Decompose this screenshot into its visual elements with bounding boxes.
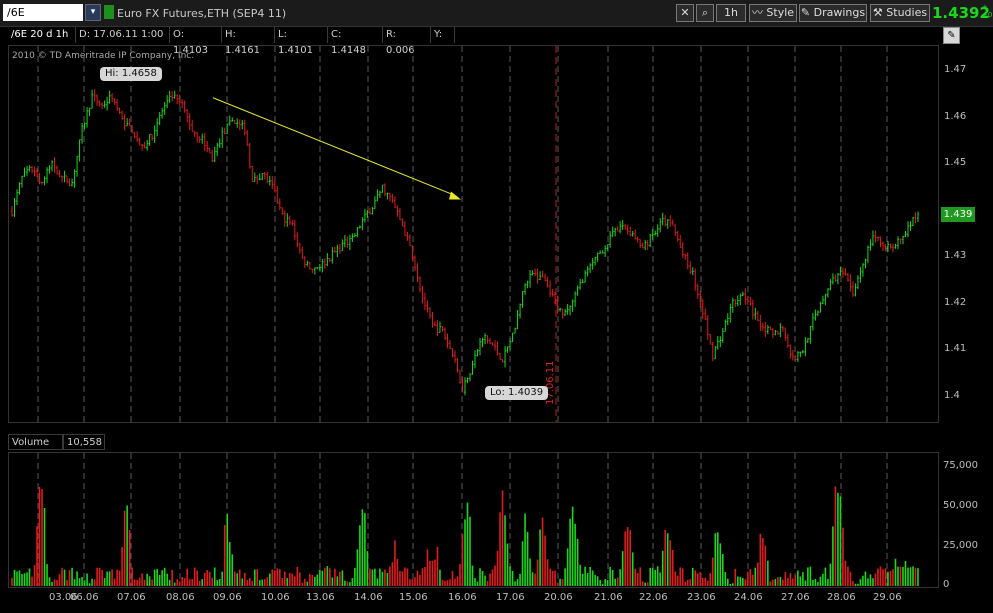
high-callout: Hi: 1.4658 [100, 67, 162, 81]
low-callout: Lo: 1.4039 [485, 386, 549, 400]
trendline-arrowhead [449, 191, 461, 200]
chart-canvas: 17.06.11 [11, 46, 919, 586]
